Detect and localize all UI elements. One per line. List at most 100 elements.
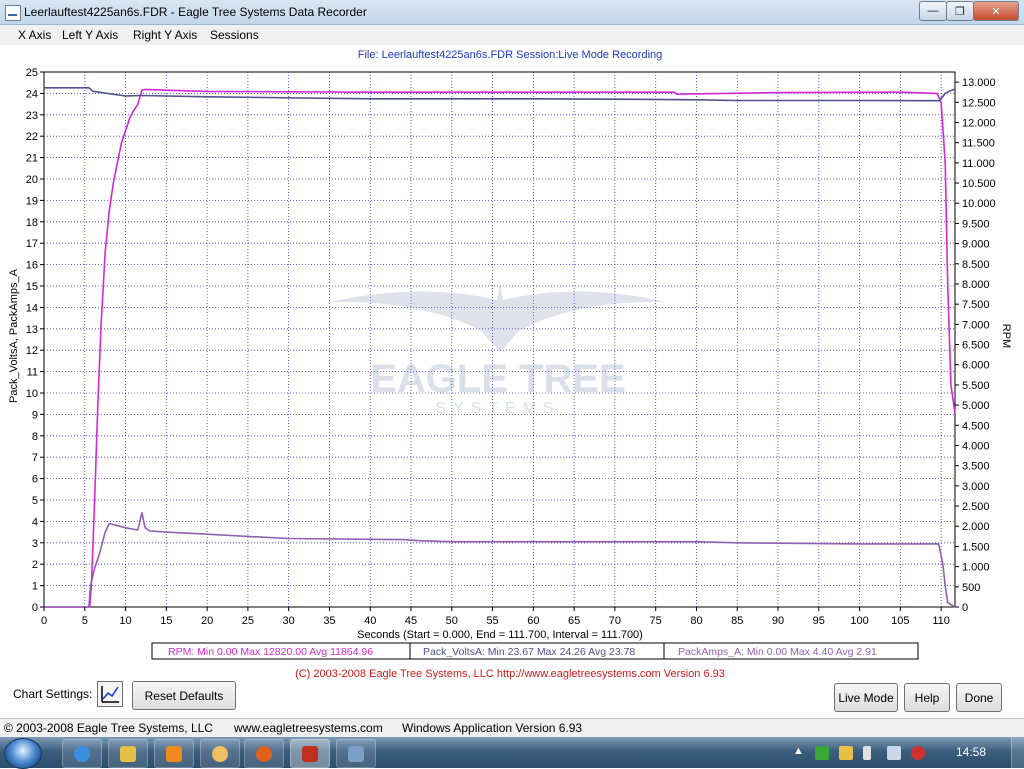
left-y-tick-label: 3 <box>32 538 38 550</box>
volume-muted-icon[interactable] <box>911 746 925 760</box>
taskbar-eagle-tree[interactable] <box>290 739 330 768</box>
internet-explorer-icon <box>74 745 90 762</box>
x-tick-label: 15 <box>160 615 172 627</box>
x-tick-label: 85 <box>731 615 743 627</box>
notification-tray-icon[interactable] <box>839 746 853 760</box>
menu-bar: X Axis Left Y Axis Right Y Axis Sessions <box>0 25 1024 45</box>
left-y-tick-label: 4 <box>32 516 38 528</box>
x-tick-label: 90 <box>772 615 784 627</box>
x-tick-label: 40 <box>364 615 376 627</box>
x-tick-label: 35 <box>323 615 335 627</box>
left-y-tick-label: 20 <box>26 174 38 186</box>
x-tick-label: 0 <box>41 615 47 627</box>
right-y-tick-label: 5.500 <box>962 380 990 392</box>
show-desktop-button[interactable] <box>1011 737 1024 768</box>
start-button[interactable] <box>4 738 42 769</box>
battery-icon[interactable] <box>863 746 871 760</box>
reset-defaults-button[interactable]: Reset Defaults <box>132 681 236 710</box>
chart-settings-button[interactable] <box>97 681 123 707</box>
taskbar-outlook[interactable] <box>200 739 240 768</box>
right-y-tick-label: 8.000 <box>962 279 990 291</box>
right-y-tick-label: 4.000 <box>962 440 990 452</box>
taskbar-control-panel[interactable] <box>336 739 376 768</box>
x-tick-label: 95 <box>813 615 825 627</box>
rpm-stats: RPM: Min 0.00 Max 12820.00 Avg 11864.96 <box>168 646 373 658</box>
right-y-tick-label: 11.000 <box>962 158 995 170</box>
media-player-icon <box>166 745 182 762</box>
maximize-button[interactable]: ❐ <box>946 1 974 21</box>
live-mode-button[interactable]: Live Mode <box>834 683 898 712</box>
x-tick-label: 10 <box>119 615 131 627</box>
right-y-tick-label: 2.000 <box>962 521 990 533</box>
eagle-tree-app-icon <box>302 745 318 762</box>
left-y-tick-label: 22 <box>26 131 38 143</box>
right-y-tick-label: 10.500 <box>962 178 996 190</box>
close-button[interactable]: ✕ <box>973 1 1019 21</box>
right-y-tick-label: 7.000 <box>962 319 990 331</box>
left-y-tick-label: 6 <box>32 474 38 486</box>
right-y-tick-label: 0 <box>962 602 968 614</box>
left-y-tick-label: 24 <box>26 88 38 100</box>
left-y-tick-label: 12 <box>26 345 38 357</box>
x-tick-label: 75 <box>650 615 662 627</box>
left-y-tick-label: 18 <box>26 217 38 229</box>
status-website: www.eagletreesystems.com <box>234 721 383 735</box>
right-axis-label: RPM <box>1000 324 1012 348</box>
taskbar-media-player[interactable] <box>154 739 194 768</box>
x-axis-label: Seconds (Start = 0.000, End = 111.700, I… <box>357 629 643 641</box>
menu-right-y-axis[interactable]: Right Y Axis <box>133 28 197 42</box>
x-tick-label: 25 <box>242 615 254 627</box>
menu-sessions[interactable]: Sessions <box>210 28 259 42</box>
right-y-tick-label: 12.000 <box>962 117 996 129</box>
folder-icon <box>120 745 136 762</box>
done-button[interactable]: Done <box>956 683 1002 712</box>
network-tray-icon[interactable] <box>815 746 829 760</box>
x-tick-label: 70 <box>609 615 621 627</box>
x-tick-label: 50 <box>446 615 458 627</box>
taskbar-ie[interactable] <box>62 739 102 768</box>
status-copyright: © 2003-2008 Eagle Tree Systems, LLC <box>4 721 213 735</box>
right-y-tick-label: 3.000 <box>962 481 990 493</box>
clock[interactable]: 14:58 <box>956 745 986 759</box>
right-y-tick-label: 9.000 <box>962 239 990 251</box>
right-y-tick-label: 8.500 <box>962 259 990 271</box>
left-y-tick-label: 11 <box>27 367 38 379</box>
signal-icon[interactable] <box>887 746 901 760</box>
right-y-tick-label: 3.500 <box>962 461 990 473</box>
left-y-tick-label: 9 <box>32 409 38 421</box>
chart-settings-label: Chart Settings: <box>13 687 93 701</box>
amps-stats: PackAmps_A: Min 0.00 Max 4.40 Avg 2.91 <box>678 646 877 658</box>
left-y-tick-label: 13 <box>26 324 38 336</box>
tray-expand-icon[interactable]: ▲ <box>793 745 804 757</box>
help-button[interactable]: Help <box>904 683 950 712</box>
left-y-tick-label: 1 <box>32 581 38 593</box>
left-y-tick-label: 7 <box>32 452 38 464</box>
x-tick-label: 105 <box>891 615 909 627</box>
minimize-button[interactable]: — <box>919 1 947 21</box>
menu-x-axis[interactable]: X Axis <box>18 28 51 42</box>
watermark-subtext: SYSTEMS <box>435 400 560 417</box>
chart-title: File: Leerlauftest4225an6s.FDR Session:L… <box>358 49 663 61</box>
x-tick-label: 20 <box>201 615 213 627</box>
left-y-tick-label: 25 <box>26 67 38 79</box>
right-y-tick-label: 12.500 <box>962 97 996 109</box>
x-tick-label: 65 <box>568 615 580 627</box>
mail-icon <box>212 745 228 762</box>
left-y-tick-label: 8 <box>32 431 38 443</box>
taskbar: ▲ 14:58 <box>0 737 1024 769</box>
left-axis-label: Pack_VoltsA, PackAmps_A <box>8 268 20 403</box>
taskbar-firefox[interactable] <box>244 739 284 768</box>
left-y-tick-label: 10 <box>26 388 38 400</box>
right-y-tick-label: 500 <box>962 582 980 594</box>
taskbar-explorer[interactable] <box>108 739 148 768</box>
app-icon[interactable] <box>5 5 21 21</box>
left-y-tick-label: 21 <box>26 153 38 165</box>
menu-left-y-axis[interactable]: Left Y Axis <box>62 28 118 42</box>
volts-stats: Pack_VoltsA: Min 23.67 Max 24.26 Avg 23.… <box>423 646 635 658</box>
right-y-tick-label: 9.500 <box>962 218 990 230</box>
title-bar: Leerlauftest4225an6s.FDR - Eagle Tree Sy… <box>0 0 1024 25</box>
right-y-tick-label: 4.500 <box>962 420 990 432</box>
chart-settings-icon <box>101 686 119 703</box>
left-y-tick-label: 2 <box>32 559 38 571</box>
x-tick-label: 5 <box>82 615 88 627</box>
